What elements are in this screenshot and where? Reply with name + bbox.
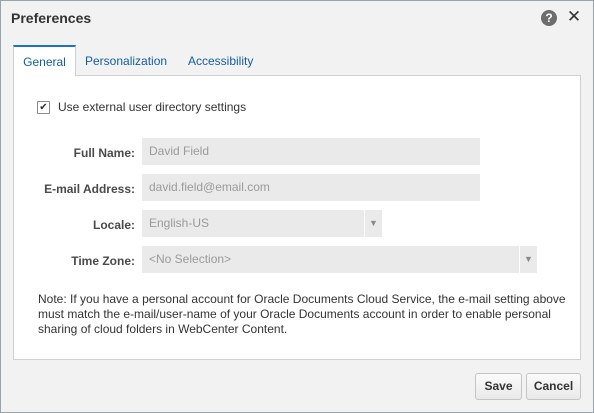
- tab-accessibility[interactable]: Accessibility: [188, 45, 253, 75]
- note-text: Note: If you have a personal account for…: [38, 292, 566, 336]
- tab-personalization[interactable]: Personalization: [85, 45, 167, 75]
- full-name-field[interactable]: David Field: [142, 138, 480, 165]
- general-panel: ✔ Use external user directory settings F…: [13, 75, 581, 360]
- help-icon[interactable]: ?: [541, 10, 557, 26]
- email-label: E-mail Address:: [44, 182, 135, 196]
- chevron-down-icon[interactable]: ▼: [364, 210, 382, 237]
- tab-general[interactable]: General: [13, 45, 76, 76]
- use-external-directory-label: Use external user directory settings: [58, 100, 247, 114]
- timezone-select[interactable]: <No Selection> ▼: [142, 246, 537, 273]
- preferences-dialog: Preferences ? ✕ General Personalization …: [0, 0, 594, 413]
- close-icon[interactable]: ✕: [566, 7, 582, 27]
- email-field[interactable]: david.field@email.com: [142, 174, 480, 201]
- locale-select[interactable]: English-US ▼: [142, 210, 382, 237]
- cancel-button[interactable]: Cancel: [526, 373, 581, 400]
- dialog-titlebar: Preferences ? ✕: [1, 1, 593, 35]
- timezone-value: <No Selection>: [149, 252, 232, 266]
- timezone-label: Time Zone:: [71, 254, 135, 268]
- locale-value: English-US: [149, 216, 210, 230]
- locale-label: Locale:: [92, 218, 135, 232]
- chevron-down-icon[interactable]: ▼: [519, 246, 537, 273]
- dialog-title: Preferences: [11, 10, 92, 26]
- save-button[interactable]: Save: [475, 373, 522, 400]
- full-name-label: Full Name:: [73, 146, 135, 160]
- use-external-directory-checkbox[interactable]: ✔: [37, 101, 50, 114]
